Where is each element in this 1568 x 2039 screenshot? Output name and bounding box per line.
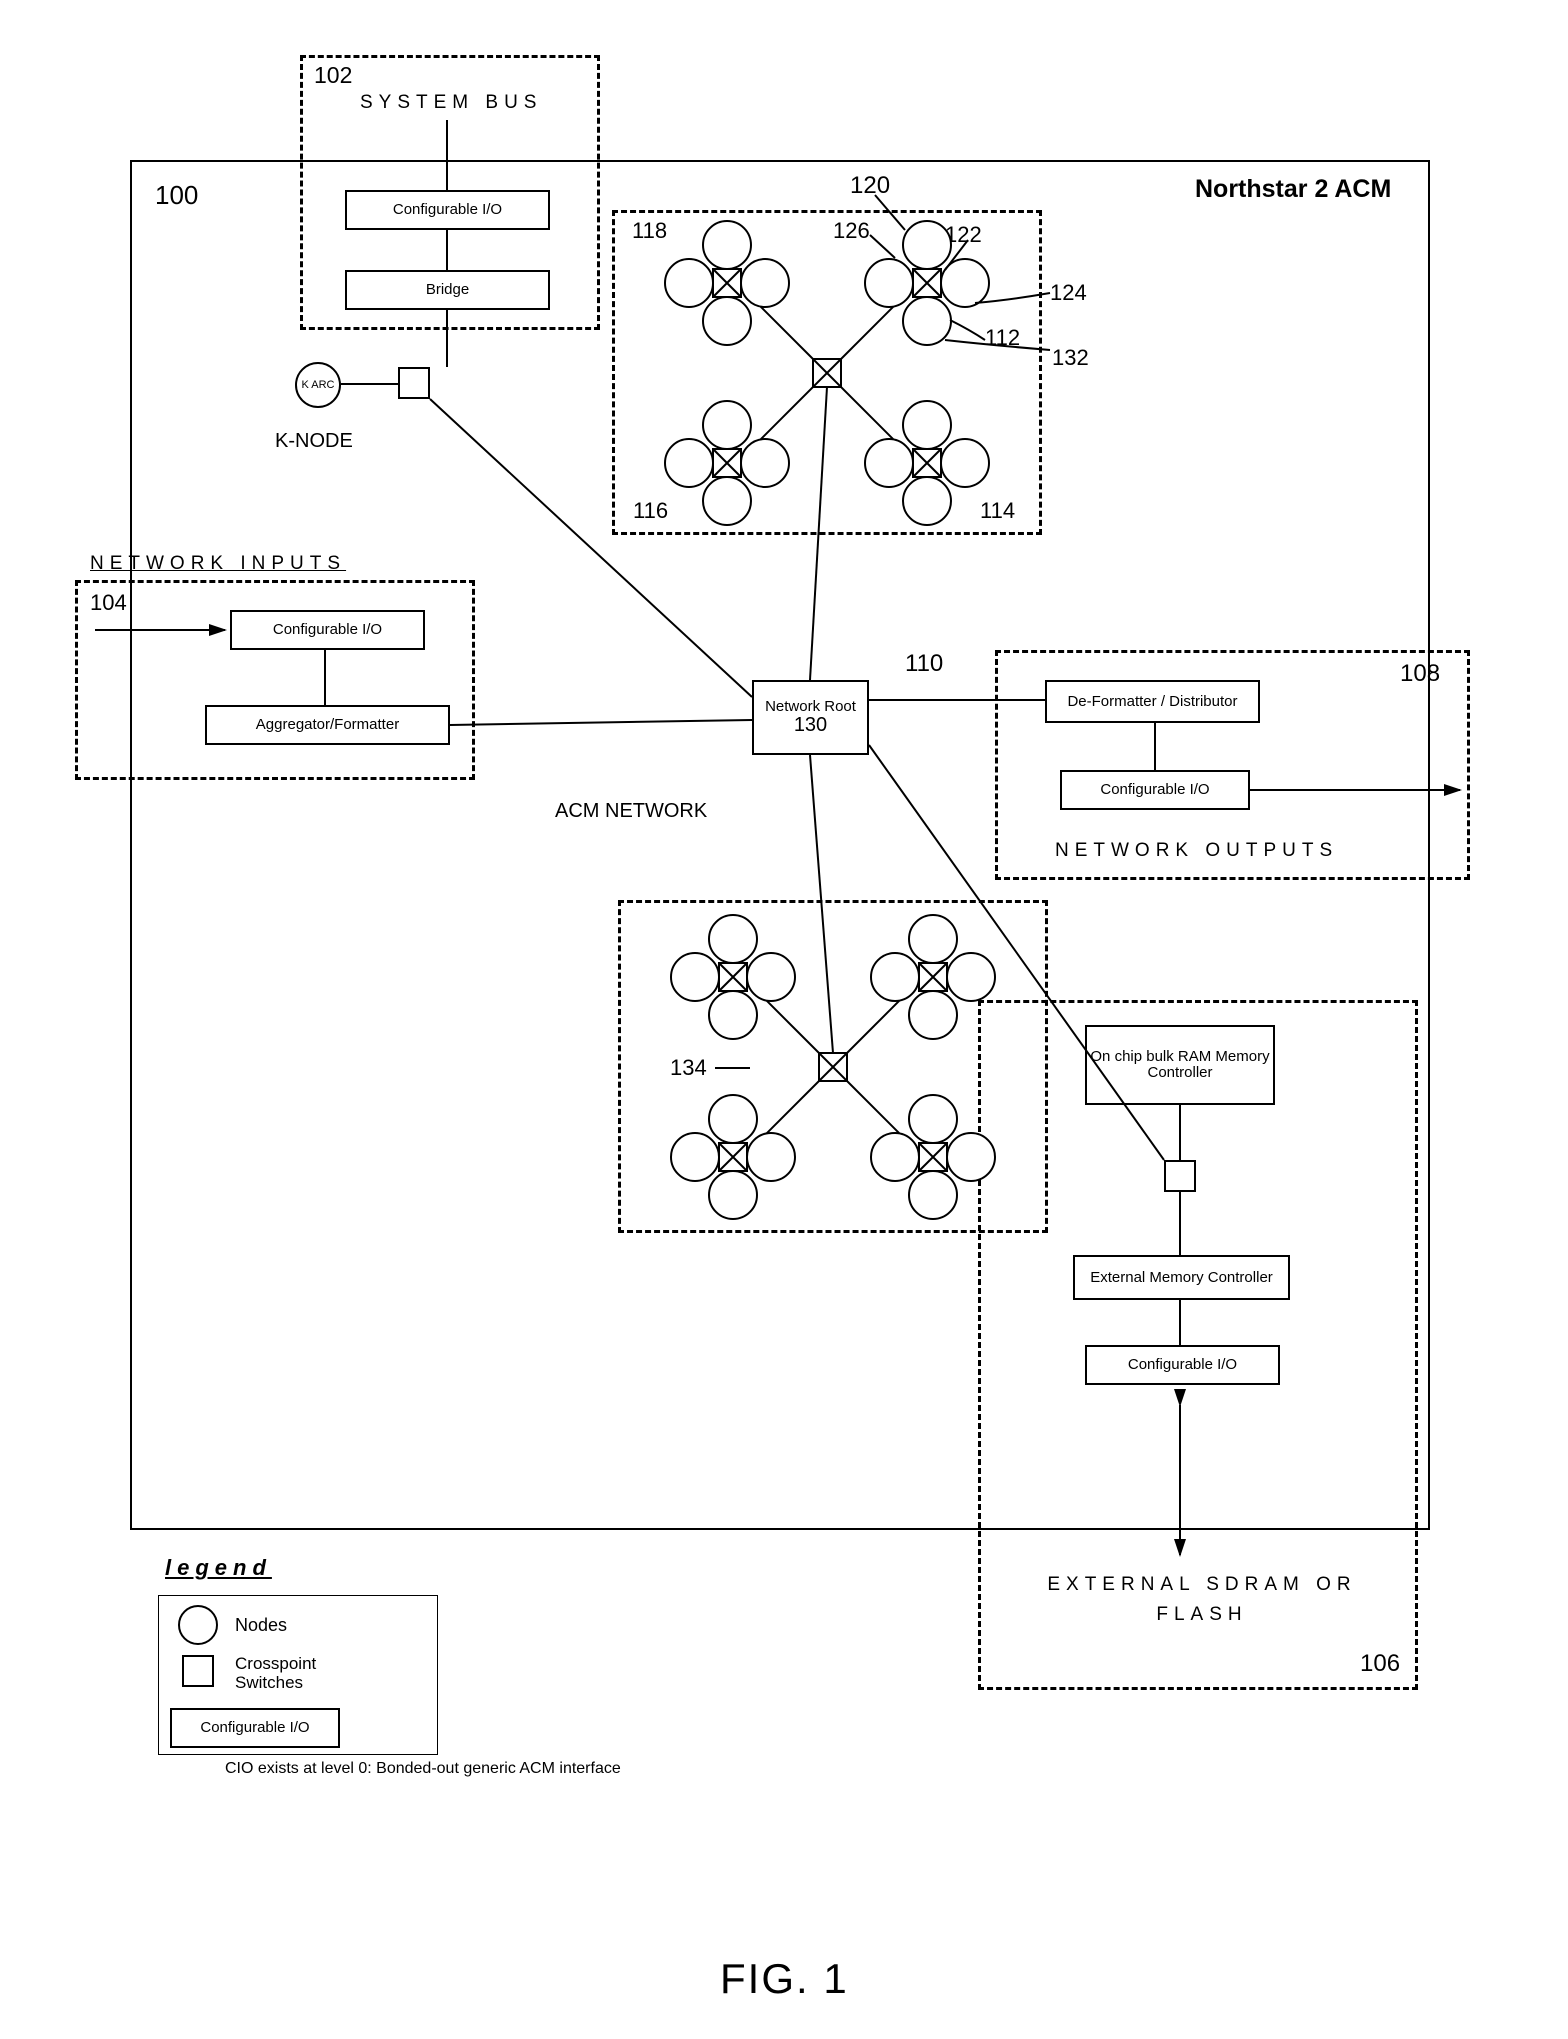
text-network-root: Network Root: [765, 699, 856, 715]
label-k-node: K-NODE: [275, 430, 353, 453]
label-network-inputs: NETWORK INPUTS: [90, 553, 346, 575]
box-configurable-io-1: Configurable I/O: [345, 190, 550, 230]
ref-116: 116: [633, 498, 668, 524]
label-acm-network: ACM NETWORK: [555, 800, 707, 823]
figure-label: FIG. 1: [720, 1955, 849, 2003]
ref-104: 104: [90, 590, 127, 616]
label-ext-sdram: EXTERNAL SDRAM OR FLASH: [1002, 1570, 1402, 1631]
ref-130-inline: 130: [794, 715, 827, 736]
mem-switch: [1164, 1160, 1196, 1192]
box-aggregator: Aggregator/Formatter: [205, 705, 450, 745]
ref-118: 118: [632, 218, 667, 244]
box-ext-mem: External Memory Controller: [1073, 1255, 1290, 1300]
legend-cio-note: CIO exists at level 0: Bonded-out generi…: [225, 1760, 621, 1778]
text-k-arc: K ARC: [301, 380, 334, 391]
text-cio-3: Configurable I/O: [1100, 782, 1209, 798]
box-deformatter: De-Formatter / Distributor: [1045, 680, 1260, 723]
box-configurable-io-2: Configurable I/O: [230, 610, 425, 650]
label-network-outputs: NETWORK OUTPUTS: [1055, 840, 1338, 862]
ref-114: 114: [980, 498, 1015, 524]
ref-134: 134: [670, 1055, 707, 1081]
legend-square: [182, 1655, 214, 1687]
box-network-root: Network Root 130: [752, 680, 869, 755]
ref-102: 102: [314, 62, 352, 89]
box-onchip-ram: On chip bulk RAM Memory Controller: [1085, 1025, 1275, 1105]
diagram-canvas: Northstar 2 ACM 100 102 SYSTEM BUS Confi…: [0, 0, 1568, 2039]
text-cio-4: Configurable I/O: [1128, 1357, 1237, 1373]
cluster-top: [612, 210, 1042, 535]
text-aggregator: Aggregator/Formatter: [256, 717, 399, 733]
legend-title: legend: [165, 1555, 272, 1581]
legend-circle: [178, 1605, 218, 1645]
text-ext-mem: External Memory Controller: [1090, 1270, 1273, 1286]
k-node-switch: [398, 367, 430, 399]
legend-cio-text: Configurable I/O: [200, 1720, 309, 1736]
ref-132: 132: [1052, 345, 1089, 371]
title-northstar: Northstar 2 ACM: [1195, 175, 1391, 204]
ref-110: 110: [905, 650, 943, 678]
label-system-bus: SYSTEM BUS: [360, 92, 542, 114]
ref-124: 124: [1050, 280, 1087, 306]
ref-126: 126: [833, 218, 870, 244]
text-bridge: Bridge: [426, 282, 469, 298]
ref-106: 106: [1360, 1650, 1400, 1678]
box-configurable-io-4: Configurable I/O: [1085, 1345, 1280, 1385]
box-bridge: Bridge: [345, 270, 550, 310]
text-deformatter: De-Formatter / Distributor: [1067, 694, 1237, 710]
text-cio-1: Configurable I/O: [393, 202, 502, 218]
ref-112: 112: [985, 325, 1020, 351]
ref-100: 100: [155, 180, 198, 211]
ref-108: 108: [1400, 660, 1440, 688]
legend-crosspoint: Crosspoint Switches: [235, 1655, 365, 1692]
ref-120: 120: [850, 172, 890, 200]
legend-nodes: Nodes: [235, 1615, 287, 1636]
box-configurable-io-3: Configurable I/O: [1060, 770, 1250, 810]
legend-cio-box: Configurable I/O: [170, 1708, 340, 1748]
text-cio-2: Configurable I/O: [273, 622, 382, 638]
ref-122: 122: [945, 222, 982, 248]
text-onchip-ram: On chip bulk RAM Memory Controller: [1087, 1049, 1273, 1081]
k-arc-node: K ARC: [295, 362, 341, 408]
